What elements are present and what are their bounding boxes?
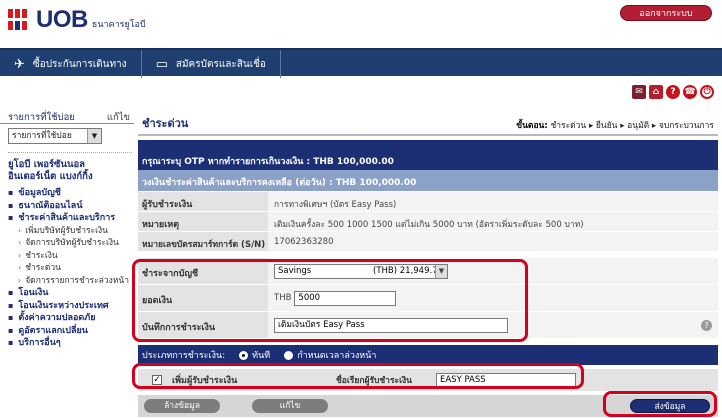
favorites-title: รายการที่ใช้บ่อย [8,112,75,123]
amount-input[interactable]: 5000 [294,291,397,306]
sidebar-divider [8,152,132,153]
sidebar-subitem-scheduled[interactable]: จัดการรายการชำระล่วงหน้า [8,275,134,288]
logo-subtitle: ธนาคารยูโอบี [91,20,146,30]
favorites-select-value: รายการที่ใช้บ่อย [12,131,72,141]
biller-value: การทางพิเศษฯ (บัตร Easy Pass) [268,192,718,211]
nav-travel-insurance[interactable]: ✈ ซื้อประกันการเดินทาง [0,50,142,78]
from-account-row: ชำระจากบัญชี Savings (THB) 21,949.70 ▼ [138,258,718,285]
logo-text: UOB [36,6,88,33]
amount-label: ยอดเงิน [138,285,268,311]
nav-apply-card-loan[interactable]: ▭ สมัครบัตรและสินเชื่อ [142,50,281,78]
biller-label: ผู้รับชำระเงิน [138,192,268,211]
steps-list: ชำระด่วน ▸ ยืนยัน ▸ อนุมัติ ▸ จบกระบวนกา… [550,121,714,131]
power-icon[interactable]: ⏻ [700,85,714,99]
submit-button[interactable]: ส่งข้อมูล [630,399,710,413]
sidebar-item-security[interactable]: ตั้งค่าความปลอดภัย [8,312,134,325]
payment-now-radio[interactable] [239,350,249,360]
from-account-balance: (THB) 21,949.70 [373,266,444,276]
add-payee-row: ✓ เพิ่มผู้รับชำระเงิน ชื่อเรียกผู้รับชำร… [138,369,718,391]
note-value: เติมเงินครั้งละ 500 1000 1500 แต่ไม่เกิน… [268,212,718,231]
sidebar-section-title-line1: ยูโอบี เพอร์ซันนอล [8,159,85,170]
uob-logo[interactable]: UOB ธนาคารยูโอบี [8,6,146,34]
memo-input[interactable]: เติมเงินบัตร Easy Pass [274,318,508,333]
amount-row: ยอดเงิน THB 5000 [138,285,718,312]
edit-button[interactable]: แก้ไข [252,399,328,413]
sidebar-subitem-add-biller[interactable]: เพิ่มบริษัทผู้รับชำระเงิน [8,225,134,238]
sidebar-item-bill-payment[interactable]: ชำระค่าสินค้าและบริการ [8,212,134,225]
airplane-icon: ✈ [14,56,25,72]
sidebar-section-title: ยูโอบี เพอร์ซันนอล อินเตอร์เน็ต แบงก์กิ้… [8,159,134,183]
amount-currency: THB [274,293,292,303]
clear-button[interactable]: ล้างข้อมูล [144,399,220,413]
main-header: ชำระด่วน ขั้นตอน: ชำระด่วน ▸ ยืนยัน ▸ อน… [138,110,718,136]
sidebar-item-account-info[interactable]: ข้อมูลบัญชี [8,187,134,200]
sidebar: รายการที่ใช้บ่อย แก้ไข รายการที่ใช้บ่อย … [0,110,134,350]
add-payee-label: เพิ่มผู้รับชำระเงิน [172,376,238,386]
sidebar-item-money-order[interactable]: ธนาณัติออนไลน์ [8,200,134,213]
note-label: หมายเหตุ [138,212,268,231]
logout-button[interactable]: ออกจากระบบ [620,5,712,21]
top-navbar: ✈ ซื้อประกันการเดินทาง ▭ สมัครบัตรและสิน… [0,48,722,78]
favorites-header: รายการที่ใช้บ่อย แก้ไข [0,110,134,124]
payment-type-label: ประเภทการชำระเงิน: [142,351,226,361]
phone-icon[interactable]: ☎ [683,85,697,99]
favorites-edit-link[interactable]: แก้ไข [107,110,130,123]
payment-schedule-label: กำหนดเวลาล่วงหน้า [297,351,377,361]
help-icon[interactable]: ? [666,85,680,99]
sidebar-section-title-line2: อินเตอร์เน็ต แบงก์กิ้ง [8,171,93,182]
sidebar-item-exchange-rate[interactable]: ดูอัตราแลกเปลี่ยน [8,325,134,338]
mail-icon[interactable]: ✉ [632,85,646,99]
from-account-label: ชำระจากบัญชี [138,258,268,284]
payment-now-label: ทันที [252,351,271,361]
uob-logo-icon [8,9,30,31]
from-account-name: Savings [278,266,312,276]
favorites-select[interactable]: รายการที่ใช้บ่อย ▼ [8,128,102,144]
action-bar: ล้างข้อมูล แก้ไข ส่งข้อมูล [138,395,718,417]
payment-schedule-radio[interactable] [284,350,294,360]
chevron-down-icon: ▼ [435,265,447,278]
from-account-select[interactable]: Savings (THB) 21,949.70 ▼ [274,264,448,279]
main-content: ชำระด่วน ขั้นตอน: ชำระด่วน ▸ ยืนยัน ▸ อน… [138,110,718,417]
otp-notice: กรุณาระบุ OTP หากทำรายการเกินวงเงิน : TH… [138,140,718,170]
sidebar-menu: ข้อมูลบัญชี ธนาณัติออนไลน์ ชำระค่าสินค้า… [8,187,134,350]
payee-nickname-label: ชื่อเรียกผู้รับชำระเงิน [336,376,412,386]
card-icon: ▭ [155,56,168,72]
breadcrumb: ขั้นตอน: ชำระด่วน ▸ ยืนยัน ▸ อนุมัติ ▸ จ… [516,118,718,132]
nav-label: ซื้อประกันการเดินทาง [32,58,127,70]
payee-nickname-input[interactable]: EASY PASS [436,372,576,388]
limit-notice: วงเงินชำระค่าสินค้าและบริการคงเหลือ (ต่อ… [138,170,718,192]
page-title: ชำระด่วน [142,117,189,130]
payment-type-bar: ประเภทการชำระเงิน: ทันที กำหนดเวลาล่วงหน… [138,345,718,365]
card-row: หมายเลขบัตรสมาร์ทการ์ด (S/N) 17062363280 [138,232,718,252]
utility-icons: ✉ ⌂ ? ☎ ⏻ [632,85,714,99]
question-icon[interactable]: ? [701,320,712,331]
sidebar-item-intl-transfer[interactable]: โอนเงินระหว่างประเทศ [8,300,134,313]
memo-row: บันทึกการชำระเงิน เติมเงินบัตร Easy Pass… [138,312,718,339]
card-value: 17062363280 [268,232,718,251]
sidebar-subitem-pay[interactable]: ชำระเงิน [8,250,134,263]
sidebar-item-other-services[interactable]: บริการอื่นๆ [8,337,134,350]
card-label: หมายเลขบัตรสมาร์ทการ์ด (S/N) [138,232,268,251]
note-row: หมายเหตุ เติมเงินครั้งละ 500 1000 1500 แ… [138,212,718,232]
steps-prefix: ขั้นตอน: [516,121,548,131]
sidebar-subitem-manage-biller[interactable]: จัดการบริษัทผู้รับชำระเงิน [8,237,134,250]
biller-row: ผู้รับชำระเงิน การทางพิเศษฯ (บัตร Easy P… [138,192,718,212]
home-icon[interactable]: ⌂ [649,85,663,99]
sidebar-item-transfer[interactable]: โอนเงิน [8,287,134,300]
add-payee-checkbox[interactable]: ✓ [152,375,162,385]
sidebar-subitem-quick-pay[interactable]: ชำระด่วน [8,262,134,275]
memo-label: บันทึกการชำระเงิน [138,312,268,338]
nav-label: สมัครบัตรและสินเชื่อ [175,58,266,70]
chevron-down-icon: ▼ [87,129,101,143]
